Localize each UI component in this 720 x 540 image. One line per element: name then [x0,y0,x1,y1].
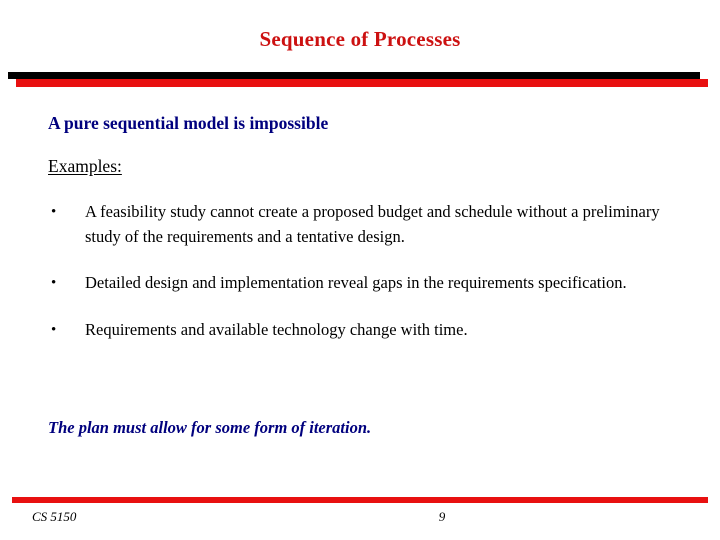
list-item: • Detailed design and implementation rev… [0,271,720,296]
slide-footer: CS 5150 9 [0,492,720,540]
list-item: • Requirements and available technology … [0,318,720,343]
divider-red-bar [16,79,708,87]
slide: Sequence of Processes A pure sequential … [0,0,720,540]
title-divider [0,70,720,90]
bullet-point-icon: • [51,275,57,291]
lead-heading: A pure sequential model is impossible [48,113,329,133]
bullet-point-icon: • [51,204,57,220]
list-item-text: Detailed design and implementation revea… [85,273,627,292]
bullet-point-icon: • [51,321,57,338]
divider-black-bar [8,72,700,79]
footer-red-rule [12,497,708,503]
list-item-text: A feasibility study cannot create a prop… [85,202,660,246]
examples-label: Examples: [48,156,122,176]
list-item: • A feasibility study cannot create a pr… [0,200,720,249]
bullet-list: • A feasibility study cannot create a pr… [0,200,720,364]
list-item-text: Requirements and available technology ch… [85,319,468,339]
footer-page-number: 9 [438,509,446,524]
page-title: Sequence of Processes [259,27,461,51]
slide-body: A pure sequential model is impossible Ex… [0,104,720,484]
closing-note: The plan must allow for some form of ite… [48,418,372,437]
